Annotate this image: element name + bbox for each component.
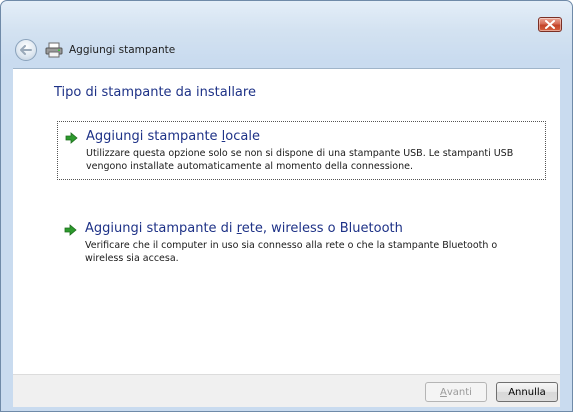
option-local-printer[interactable]: Aggiungi stampante locale Utilizzare que… xyxy=(57,121,546,180)
page-heading: Tipo di stampante da installare xyxy=(54,85,256,100)
cancel-button[interactable]: Annulla xyxy=(496,382,558,402)
next-button[interactable]: Avanti xyxy=(425,382,487,402)
wizard-header: Aggiungi stampante xyxy=(11,34,562,66)
option-title: Aggiungi stampante locale xyxy=(86,129,260,144)
close-button[interactable] xyxy=(538,17,562,32)
back-arrow-icon xyxy=(20,45,32,55)
option-title: Aggiungi stampante di rete, wireless o B… xyxy=(85,221,403,236)
wizard-window: Aggiungi stampante Tipo di stampante da … xyxy=(0,0,573,412)
option-network-printer[interactable]: Aggiungi stampante di rete, wireless o B… xyxy=(57,214,546,271)
back-button[interactable] xyxy=(15,39,37,61)
wizard-footer: Avanti Annulla xyxy=(13,374,560,407)
green-arrow-icon xyxy=(65,132,78,144)
close-icon xyxy=(545,20,555,29)
option-description: Verificare che il computer in uso sia co… xyxy=(85,240,498,264)
green-arrow-icon xyxy=(64,224,77,236)
printer-icon xyxy=(45,42,63,58)
option-description: Utilizzare questa opzione solo se non si… xyxy=(86,148,514,172)
wizard-content: Tipo di stampante da installare Aggiungi… xyxy=(13,68,560,375)
title-bar[interactable] xyxy=(1,1,572,33)
window-title: Aggiungi stampante xyxy=(69,44,176,56)
